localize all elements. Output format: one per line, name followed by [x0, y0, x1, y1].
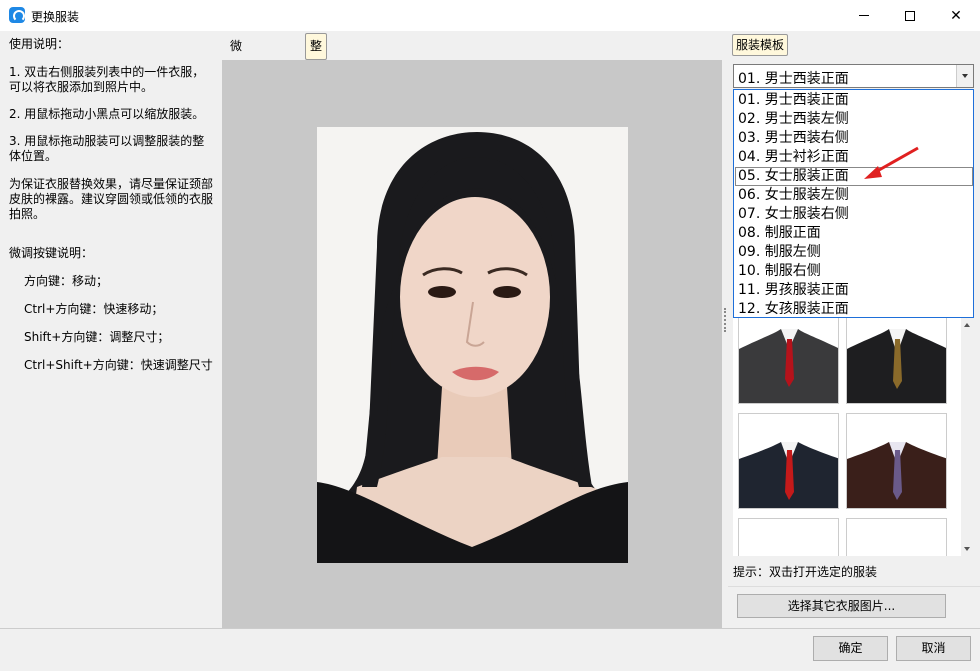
- template-select-value: 01. 男士西装正面: [738, 71, 849, 87]
- tab-whole-scale[interactable]: 整体缩放模式: [305, 33, 328, 178]
- tab-clothing-templates[interactable]: 服装模板: [732, 34, 789, 56]
- window-title: 更换服装: [31, 10, 80, 24]
- dropdown-option[interactable]: 01. 男士西装正面: [735, 91, 973, 110]
- annotation-arrow-icon: [864, 146, 919, 179]
- instruction-step-2: 2. 用鼠标拖动小黑点可以缩放服装。: [9, 107, 205, 121]
- dropdown-option[interactable]: 12. 女孩服装正面: [735, 300, 973, 319]
- divider: [728, 586, 980, 587]
- suit-image: [847, 442, 946, 508]
- key-help-fast-move: Ctrl+方向键：快速移动；: [24, 302, 164, 316]
- dropdown-option[interactable]: 02. 男士西装左侧: [735, 110, 973, 129]
- scroll-up-icon[interactable]: [961, 318, 974, 331]
- maximize-icon: [905, 10, 915, 21]
- instruction-tip: 为保证衣服替换效果，请尽量保证颈部 皮肤的裸露。建议穿圆领或低领的衣服 拍照。: [9, 177, 214, 221]
- key-help-move: 方向键：移动；: [24, 274, 109, 288]
- key-help-fast-resize: Ctrl+Shift+方向键：快速调整尺寸: [24, 358, 213, 372]
- suit-thumbnail[interactable]: [846, 518, 947, 556]
- maximize-button[interactable]: [887, 0, 933, 31]
- portrait-photo[interactable]: [317, 127, 628, 563]
- suit-image: [739, 329, 838, 403]
- keys-heading: 微调按键说明：: [9, 246, 94, 260]
- dropdown-option[interactable]: 07. 女士服装右侧: [735, 205, 973, 224]
- portrait-illustration: [317, 127, 628, 563]
- title-bar: 更换服装 ✕: [0, 0, 980, 31]
- dropdown-option-highlighted[interactable]: 05. 女士服装正面: [735, 167, 973, 186]
- dropdown-option[interactable]: 10. 制服右侧: [735, 262, 973, 281]
- hint-text: 提示：双击打开选定的服装: [733, 565, 878, 579]
- chevron-down-icon[interactable]: [956, 65, 973, 87]
- dropdown-option[interactable]: 03. 男士西装右侧: [735, 129, 973, 148]
- minimize-icon: [859, 15, 869, 16]
- instructions-heading: 使用说明：: [9, 37, 70, 51]
- dialog-button-bar: 确定 取消: [0, 629, 980, 671]
- dropdown-option[interactable]: 04. 男士衬衫正面: [735, 148, 973, 167]
- choose-other-clothing-button[interactable]: 选择其它衣服图片...: [737, 594, 946, 618]
- clothing-thumbnail-list[interactable]: [733, 318, 961, 556]
- template-dropdown-list: 01. 男士西装正面 02. 男士西装左侧 03. 男士西装右侧 04. 男士衬…: [733, 89, 974, 318]
- instruction-step-1: 1. 双击右侧服装列表中的一件衣服， 可以将衣服添加到照片中。: [9, 65, 205, 94]
- splitter-grip-icon: [724, 308, 726, 332]
- suit-thumbnail[interactable]: [738, 413, 839, 509]
- instruction-step-3: 3. 用鼠标拖动服装可以调整服装的整 体位置。: [9, 134, 205, 163]
- scroll-down-icon[interactable]: [961, 543, 974, 556]
- suit-thumbnail[interactable]: [738, 318, 839, 404]
- suit-image: [847, 329, 946, 403]
- suit-thumbnail[interactable]: [846, 318, 947, 404]
- thumbnail-scrollbar[interactable]: [961, 318, 974, 556]
- cancel-button[interactable]: 取消: [896, 636, 971, 661]
- tab-fine-adjust[interactable]: 微调服装模式: [225, 33, 247, 178]
- dropdown-option[interactable]: 11. 男孩服装正面: [735, 281, 973, 300]
- app-logo-icon: [9, 7, 25, 23]
- template-panel: 服装模板 01. 男士西装正面 01. 男士西装正面 02. 男士西装左侧 03…: [728, 31, 980, 628]
- dropdown-option[interactable]: 09. 制服左侧: [735, 243, 973, 262]
- suit-thumbnail[interactable]: [738, 518, 839, 556]
- minimize-button[interactable]: [841, 0, 887, 31]
- ok-button[interactable]: 确定: [813, 636, 888, 661]
- instructions-panel: 使用说明： 1. 双击右侧服装列表中的一件衣服， 可以将衣服添加到照片中。 2.…: [0, 31, 221, 628]
- key-help-resize: Shift+方向键：调整尺寸；: [24, 330, 170, 344]
- dropdown-option[interactable]: 08. 制服正面: [735, 224, 973, 243]
- close-icon: ✕: [950, 7, 962, 24]
- photo-canvas[interactable]: [222, 60, 722, 628]
- dropdown-option[interactable]: 06. 女士服装左侧: [735, 186, 973, 205]
- template-select[interactable]: 01. 男士西装正面: [733, 64, 974, 88]
- suit-image: [739, 442, 838, 508]
- close-button[interactable]: ✕: [933, 0, 979, 31]
- suit-thumbnail[interactable]: [846, 413, 947, 509]
